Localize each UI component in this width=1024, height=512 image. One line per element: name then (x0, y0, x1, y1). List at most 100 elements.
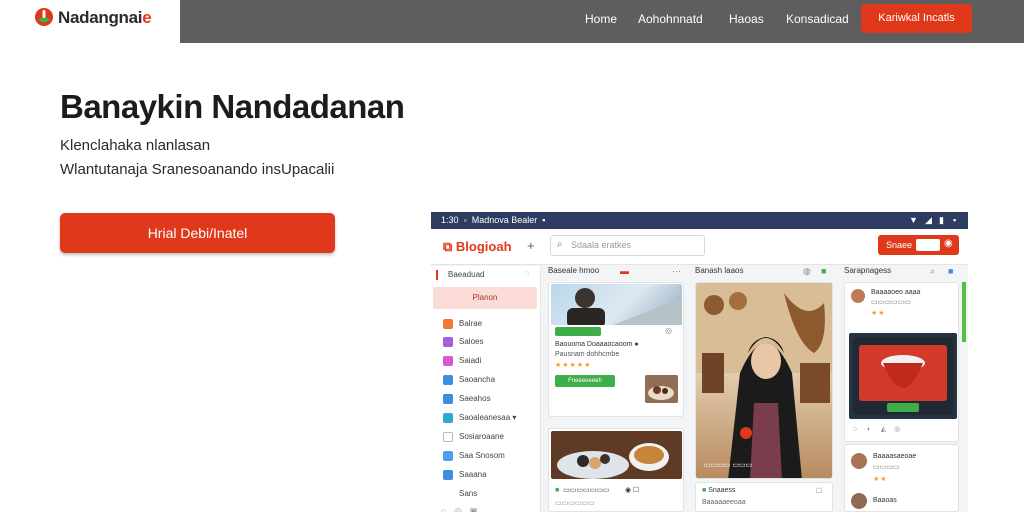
scroll-indicator[interactable] (962, 282, 966, 342)
status-bar: 1:30 ▫ Madnova Bealer ▪ ▼ ◢ ▮ ▪ (431, 212, 968, 229)
nav-link-2[interactable]: Aohohnnatd (638, 12, 703, 26)
share-button[interactable]: Snaee ◉ (878, 235, 959, 255)
sidebar-item-label: Saa Snosom (459, 451, 505, 460)
settings-icon[interactable]: ◍ (803, 266, 811, 277)
post-card-3[interactable]: Baaaaoeo aaaa ▭▭▭▭▭▭ ★★ ○ ◐ ◭ ◎ (844, 282, 959, 442)
sidebar-item-1[interactable]: Balrae (443, 317, 537, 331)
post-card-5[interactable]: Baaaasaeoae ▭▭▭▭ ★★ Baaoas (844, 444, 959, 512)
hero-subtitle-2: Wlantutanaja Sranesoanando insUpacalii (60, 161, 335, 178)
column-header-2: Banash laaos ◍ ■ (695, 266, 835, 280)
sidebar-item-10[interactable]: Sans (443, 487, 537, 501)
card-meta: ▭▭▭▭▭▭ (555, 500, 595, 507)
bookmark-icon[interactable]: ☐ (816, 487, 822, 495)
add-icon[interactable]: + (527, 238, 535, 253)
nav-link-home[interactable]: Home (585, 12, 617, 26)
app-header: ⧉ Blogioah + ⌕ Sdaala eratkes Snaee ◉ (431, 229, 968, 265)
rating-stars: ★★ (873, 476, 888, 483)
column-header-3: Sarapnagess ⌕ ■ (844, 266, 964, 280)
sidebar-header-label: Baeaduad (448, 270, 485, 279)
hero-cta-button[interactable]: Hrial Debi/Inatel (60, 213, 335, 253)
sidebar-item-label: Sans (459, 489, 478, 498)
card-author: Baaoas (873, 497, 897, 504)
sidebar-item-label: Saeahos (459, 394, 491, 403)
sidebar-item-label: Saloes (459, 337, 484, 346)
card-author: Baaaasaeoae (873, 453, 917, 460)
card-meta: ▭▭▭▭▭▭ (871, 299, 911, 306)
sidebar-item-9[interactable]: Saaana (443, 468, 537, 482)
share-label: Snaee (886, 240, 913, 250)
sidebar-item-8[interactable]: Saa Snosom (443, 449, 537, 463)
card-title: ■ Snaaess (702, 487, 736, 494)
status-text: 1:30 ▫ Madnova Bealer ▪ (441, 215, 546, 225)
category-icon (443, 394, 453, 404)
collapse-icon[interactable]: ◌ (524, 268, 529, 278)
sidebar-header: Baeaduad ◌ (436, 268, 536, 284)
more-icon[interactable]: ⋯ (672, 266, 681, 277)
avatar (851, 453, 867, 469)
wifi-icon: ◢ (925, 215, 932, 225)
post-card-4[interactable]: ■ Snaaess ☐ Baaaaaeeoaa (695, 482, 833, 512)
nav-link-4[interactable]: Konsadicad (786, 12, 849, 26)
sidebar-footer-icons: ○ ◎ ▣ (441, 506, 478, 512)
sidebar-item-label: Balrae (459, 319, 483, 328)
nav-link-3[interactable]: Haoas (729, 12, 764, 26)
category-icon (443, 337, 453, 347)
sidebar-item-2[interactable]: Saloes (443, 335, 537, 349)
top-nav: Nadangnaie Home Aohohnnatd Haoas Konsadi… (0, 0, 1024, 43)
battery-icon: ▮ (939, 215, 944, 225)
category-icon (443, 470, 453, 480)
feature-caption: ▭▭▭▭ ▭▭▭ (704, 462, 753, 469)
hero-subtitle-1: Klenclahaka nlanlasan (60, 137, 211, 154)
options-icon[interactable]: ◎ (665, 326, 672, 335)
brand[interactable]: Nadangnaie (0, 0, 180, 43)
sidebar-header-icon (436, 270, 444, 280)
search-icon: ⌕ (557, 239, 563, 250)
column-title: Banash laaos (695, 266, 744, 275)
app-search-input[interactable]: ⌕ Sdaala eratkes (550, 235, 705, 256)
app-sidebar: Baeaduad ◌ Planon Balrae Saloes Saiadi S… (431, 266, 541, 512)
drink-image (849, 333, 957, 419)
sidebar-item-label: Saoaleanesaa ▾ (459, 413, 517, 422)
card-action-button[interactable]: Fneeeeeeeh (555, 375, 615, 387)
column-title: Baseale hmoo (548, 266, 600, 275)
category-icon (443, 451, 453, 461)
brand-logo-icon (35, 8, 53, 26)
feature-image (696, 283, 832, 478)
tag-badge (555, 327, 601, 336)
menu-icon: ▪ (953, 215, 957, 225)
category-icon (443, 356, 453, 366)
app-logo[interactable]: ⧉ Blogioah (443, 239, 512, 255)
info-icon[interactable]: ■ (948, 266, 953, 276)
sidebar-item-3[interactable]: Saiadi (443, 354, 537, 368)
sidebar-item-6[interactable]: Saoaleanesaa ▾ (443, 411, 537, 425)
sidebar-item-label: Saoancha (459, 375, 496, 384)
nav-cta-button[interactable]: Kariwkal Incatls (861, 4, 972, 33)
rating-stars: ★★★★★ (555, 362, 592, 369)
food-image (551, 431, 682, 479)
feature-card[interactable]: ▭▭▭▭ ▭▭▭ (695, 282, 833, 479)
category-icon (443, 319, 453, 329)
signal-icon: ▼ (909, 215, 918, 225)
settings-icon: ◉ (944, 238, 953, 249)
sidebar-item-label: Sosiaroaane (459, 432, 504, 441)
sidebar-item-7[interactable]: Sosiaroaane (443, 430, 537, 444)
post-card-1[interactable]: ◎ Baouoma Doaaaocaoom ● Pausnam dohhcmbe… (548, 282, 684, 417)
sidebar-item-4[interactable]: Saoancha (443, 373, 537, 387)
card-actions[interactable]: ○ ◐ ◭ ◎ (853, 425, 900, 433)
sidebar-item-label: Saiadi (459, 356, 482, 365)
flag-icon: ▬ (620, 266, 629, 276)
category-icon (443, 413, 453, 423)
category-icon (443, 375, 453, 385)
post-card-2[interactable]: ■ ▭▭▭▭▭▭▭ ◉ ☐ ▭▭▭▭▭▭ (548, 428, 684, 512)
card-meta: ▭▭▭▭ (873, 464, 900, 471)
search-placeholder: Sdaala eratkes (571, 240, 632, 250)
post-image (551, 284, 682, 325)
sidebar-item-5[interactable]: Saeahos (443, 392, 537, 406)
category-icon (443, 432, 453, 442)
sidebar-item-active[interactable]: Planon (433, 287, 537, 309)
hero-title: Banaykin Nandadanan (60, 88, 405, 125)
column-header-1: Baseale hmoo ▬ ⋯ (548, 266, 688, 280)
card-icon-row: ■ ▭▭▭▭▭▭▭ ◉ ☐ (555, 487, 640, 494)
search-icon[interactable]: ⌕ (930, 266, 935, 277)
toggle-switch[interactable] (916, 239, 940, 251)
